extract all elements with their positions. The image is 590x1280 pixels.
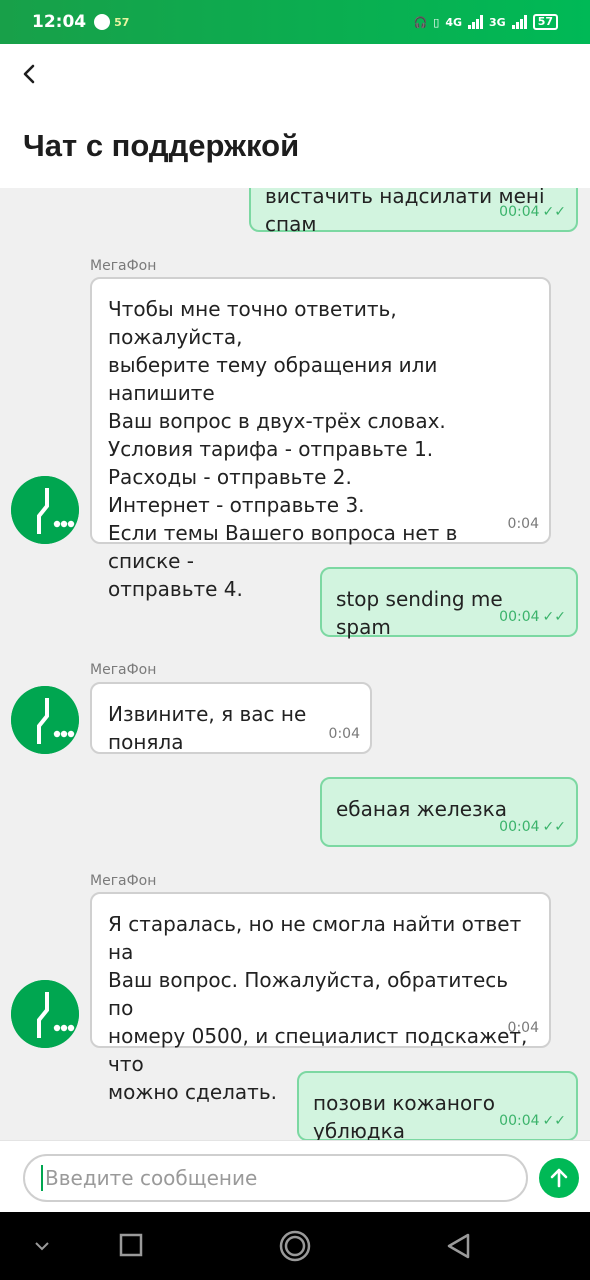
sender-name: МегаФон [90,258,157,274]
read-check-icon: ✓✓ [542,204,566,220]
arrow-up-icon [550,1168,568,1188]
message-text: Извините, я вас не поняла [108,702,307,754]
headphones-icon: 🎧 [413,15,428,29]
read-check-icon: ✓✓ [542,819,566,835]
message-time: 0:04 [328,726,360,742]
outgoing-message[interactable]: ебаная железка 00:04 ✓✓ [320,777,578,847]
message-input[interactable]: Введите сообщение [23,1154,528,1202]
network-type-1: 4G [445,15,462,29]
header: Чат с поддержкой [0,44,590,188]
vibrate-icon: ▯ [433,15,440,29]
composer-bar: Введите сообщение [0,1140,590,1212]
recents-square-icon[interactable] [118,1232,144,1258]
megafon-avatar-icon [11,686,79,754]
signal-icon [468,15,483,29]
message-time: 00:04 [499,609,540,625]
message-time: 00:04 [499,1113,540,1129]
status-time: 12:04 [32,12,87,32]
incoming-message[interactable]: Чтобы мне точно ответить, пожалуйста, вы… [90,277,551,601]
signal-icon-2 [511,15,527,29]
read-check-icon: ✓✓ [542,609,566,625]
message-text: Чтобы мне точно ответить, пожалуйста, вы… [108,297,458,601]
outgoing-message[interactable]: вистачить надсилати мені спам 00:04 ✓✓ [249,188,578,236]
status-bar: 12:04 57 🎧 ▯ 4G 3G 57 [0,0,590,44]
incoming-message[interactable]: Извините, я вас не поняла 0:04 [90,682,372,754]
network-type-2: 3G [489,15,506,29]
system-nav-bar [0,1212,590,1280]
send-button[interactable] [539,1158,579,1198]
text-cursor [41,1165,43,1191]
spotify-icon [94,14,111,30]
read-check-icon: ✓✓ [542,1113,566,1129]
incoming-message[interactable]: Я старалась, но не смогла найти ответ на… [90,892,551,1104]
battery-icon: 57 [532,14,558,30]
chevron-down-icon[interactable] [32,1238,52,1254]
message-time: 00:04 [499,204,540,220]
outgoing-message[interactable]: позови кожаного ублюдка 00:04 ✓✓ [297,1071,578,1140]
megafon-avatar-icon [11,476,79,544]
message-time: 0:04 [507,1020,539,1036]
notification-icon: 57 [114,15,130,29]
home-circle-icon[interactable] [278,1229,312,1263]
message-time: 0:04 [507,516,539,532]
back-triangle-icon[interactable] [445,1232,473,1260]
sender-name: МегаФон [90,662,157,678]
sender-name: МегаФон [90,873,157,889]
message-time: 00:04 [499,819,540,835]
outgoing-message[interactable]: stop sending me spam 00:04 ✓✓ [320,567,578,639]
back-arrow-icon[interactable] [18,62,42,86]
chat-area[interactable]: вистачить надсилати мені спам 00:04 ✓✓ Ме… [0,188,590,1140]
message-input-placeholder: Введите сообщение [45,1166,258,1190]
page-title: Чат с поддержкой [23,128,300,163]
megafon-avatar-icon [11,980,79,1048]
